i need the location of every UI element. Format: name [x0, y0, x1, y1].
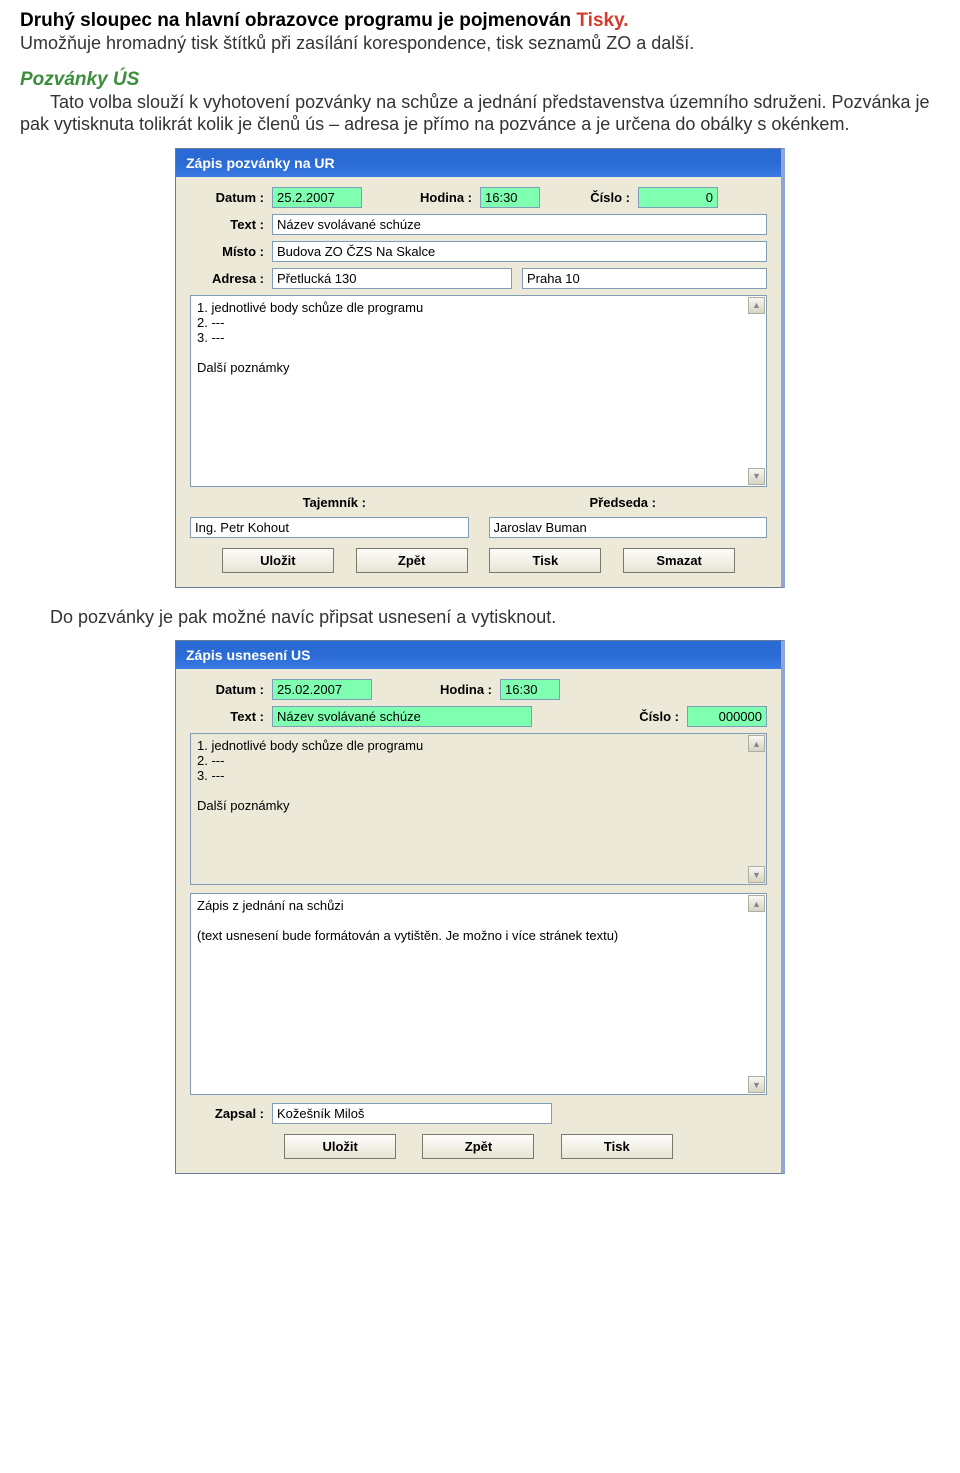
scroll-up-icon[interactable]: ▲ [748, 297, 765, 314]
tisk-button[interactable]: Tisk [489, 548, 601, 573]
label2-datum: Datum : [190, 682, 272, 697]
scroll-up-icon[interactable]: ▲ [748, 895, 765, 912]
body-textarea[interactable]: 1. jednotlivé body schůze dle programu 2… [190, 295, 767, 487]
adresa1-input[interactable] [272, 268, 512, 289]
scroll-down-icon[interactable]: ▼ [748, 1076, 765, 1093]
label-text: Text : [190, 217, 272, 232]
paragraph-2: Do pozvánky je pak možné navíc připsat u… [50, 606, 940, 629]
body2b-textarea[interactable]: Zápis z jednání na schůzi (text usnesení… [190, 893, 767, 1095]
label-misto: Místo : [190, 244, 272, 259]
zpet2-button[interactable]: Zpět [422, 1134, 534, 1159]
datum2-input[interactable] [272, 679, 372, 700]
body2b-text: Zápis z jednání na schůzi (text usnesení… [191, 894, 766, 1094]
doc-heading: Druhý sloupec na hlavní obrazovce progra… [20, 10, 940, 32]
tajemnik-input[interactable] [190, 517, 469, 538]
misto-input[interactable] [272, 241, 767, 262]
dialog-zapis-pozvanky: Zápis pozvánky na UR Datum : Hodina : Čí… [175, 148, 785, 588]
label-zapsal: Zapsal : [190, 1106, 272, 1121]
label-tajemnik: Tajemník : [190, 495, 479, 510]
heading-post: Umožňuje hromadný tisk štítků při zasílá… [20, 32, 940, 55]
label-datum: Datum : [190, 190, 272, 205]
label2-text: Text : [190, 709, 272, 724]
cislo-input[interactable] [638, 187, 718, 208]
subheading-pozvankv: Pozvánky ÚS [20, 69, 940, 91]
smazat-button[interactable]: Smazat [623, 548, 735, 573]
body2a-textarea[interactable]: 1. jednotlivé body schůze dle programu 2… [190, 733, 767, 885]
label-predseda: Předseda : [479, 495, 768, 510]
predseda-input[interactable] [489, 517, 768, 538]
text-input[interactable] [272, 214, 767, 235]
scroll-up-icon[interactable]: ▲ [748, 735, 765, 752]
dialog1-titlebar: Zápis pozvánky na UR [176, 149, 781, 177]
body-text: 1. jednotlivé body schůze dle programu 2… [191, 296, 766, 404]
tisk2-button[interactable]: Tisk [561, 1134, 673, 1159]
adresa2-input[interactable] [522, 268, 767, 289]
label-hodina: Hodina : [362, 190, 480, 205]
zpet-button[interactable]: Zpět [356, 548, 468, 573]
scroll-down-icon[interactable]: ▼ [748, 866, 765, 883]
label2-hodina: Hodina : [372, 682, 500, 697]
hodina-input[interactable] [480, 187, 540, 208]
scroll-down-icon[interactable]: ▼ [748, 468, 765, 485]
label2-cislo: Číslo : [532, 709, 687, 724]
body2a-text: 1. jednotlivé body schůze dle programu 2… [191, 734, 766, 884]
ulozit-button[interactable]: Uložit [222, 548, 334, 573]
paragraph-1: Tato volba slouží k vyhotovení pozvánky … [20, 91, 940, 136]
text2-input[interactable] [272, 706, 532, 727]
zapsal-input[interactable] [272, 1103, 552, 1124]
datum-input[interactable] [272, 187, 362, 208]
heading-pre: Druhý sloupec na hlavní obrazovce progra… [20, 10, 576, 31]
cislo2-input[interactable] [687, 706, 767, 727]
dialog-zapis-usneseni: Zápis usnesení US Datum : Hodina : Text … [175, 640, 785, 1174]
label-adresa: Adresa : [190, 271, 272, 286]
ulozit2-button[interactable]: Uložit [284, 1134, 396, 1159]
hodina2-input[interactable] [500, 679, 560, 700]
dialog2-titlebar: Zápis usnesení US [176, 641, 781, 669]
heading-highlight: Tisky. [576, 10, 628, 31]
label-cislo: Číslo : [540, 190, 638, 205]
